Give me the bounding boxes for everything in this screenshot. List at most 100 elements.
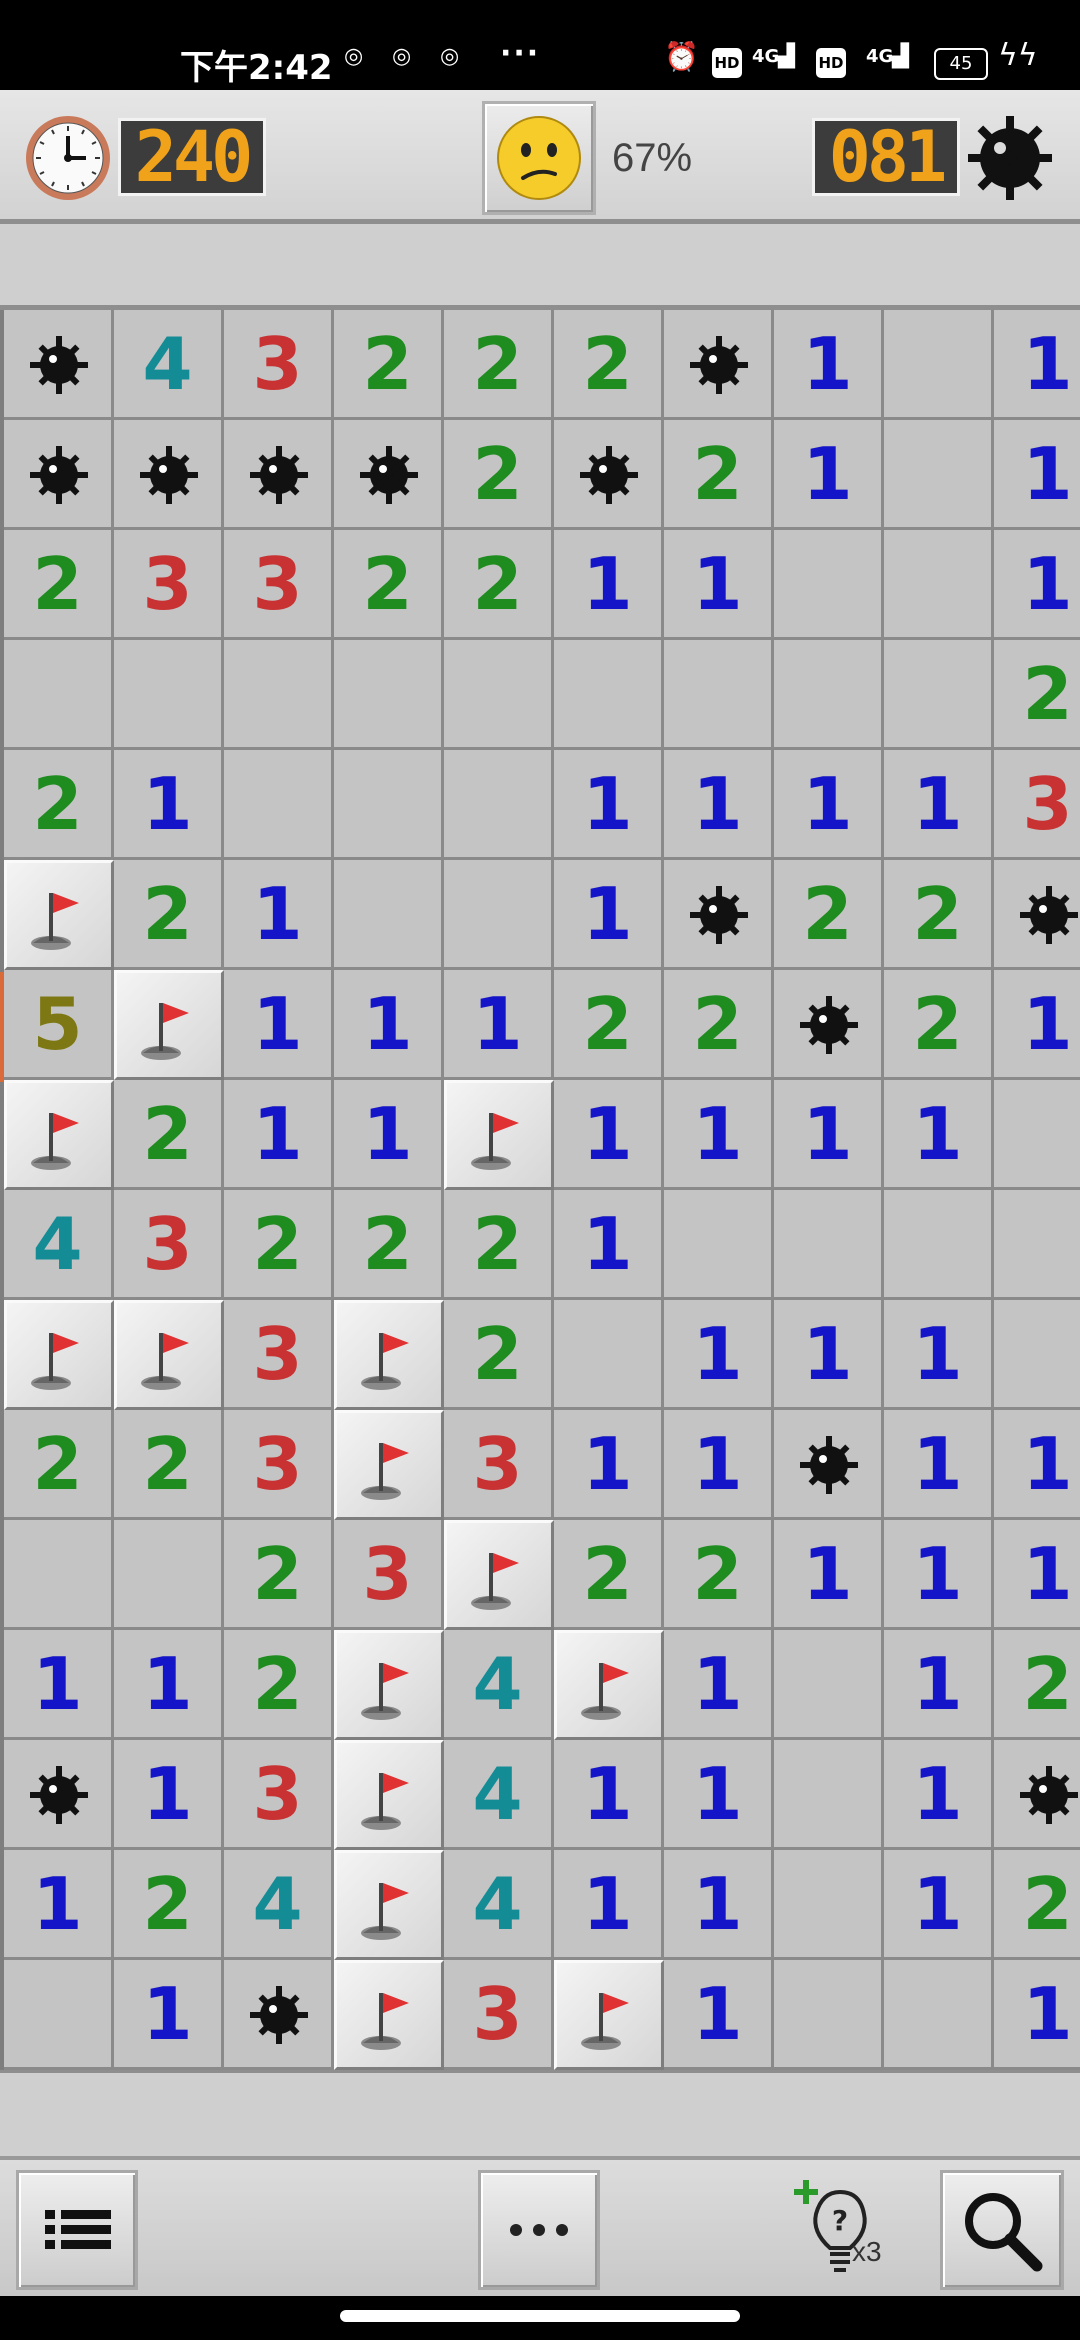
number-cell[interactable]: 1 bbox=[554, 750, 664, 860]
mine-cell[interactable] bbox=[4, 1740, 114, 1850]
number-cell[interactable]: 1 bbox=[224, 1080, 334, 1190]
number-cell[interactable]: 1 bbox=[4, 1630, 114, 1740]
number-cell[interactable]: 3 bbox=[224, 1740, 334, 1850]
number-cell[interactable]: 1 bbox=[554, 860, 664, 970]
number-cell[interactable]: 1 bbox=[994, 1960, 1080, 2070]
number-cell[interactable]: 2 bbox=[114, 860, 224, 970]
more-options-button[interactable] bbox=[478, 2170, 600, 2290]
number-cell[interactable]: 1 bbox=[554, 1850, 664, 1960]
number-cell[interactable]: 3 bbox=[334, 1520, 444, 1630]
number-cell[interactable]: 1 bbox=[664, 1850, 774, 1960]
empty-cell[interactable] bbox=[114, 1520, 224, 1630]
number-cell[interactable]: 2 bbox=[334, 530, 444, 640]
empty-cell[interactable] bbox=[4, 640, 114, 750]
number-cell[interactable]: 3 bbox=[224, 1410, 334, 1520]
number-cell[interactable]: 1 bbox=[114, 1960, 224, 2070]
number-cell[interactable]: 2 bbox=[334, 1190, 444, 1300]
flagged-cell[interactable] bbox=[334, 1740, 444, 1850]
number-cell[interactable]: 1 bbox=[994, 1520, 1080, 1630]
number-cell[interactable]: 1 bbox=[664, 1740, 774, 1850]
number-cell[interactable]: 4 bbox=[444, 1850, 554, 1960]
empty-cell[interactable] bbox=[334, 750, 444, 860]
empty-cell[interactable] bbox=[224, 640, 334, 750]
empty-cell[interactable] bbox=[774, 1190, 884, 1300]
empty-cell[interactable] bbox=[554, 1300, 664, 1410]
number-cell[interactable]: 1 bbox=[114, 1630, 224, 1740]
empty-cell[interactable] bbox=[884, 420, 994, 530]
empty-cell[interactable] bbox=[994, 1300, 1080, 1410]
empty-cell[interactable] bbox=[554, 640, 664, 750]
mine-cell[interactable] bbox=[4, 420, 114, 530]
empty-cell[interactable] bbox=[4, 1960, 114, 2070]
number-cell[interactable]: 1 bbox=[994, 420, 1080, 530]
empty-cell[interactable] bbox=[664, 1190, 774, 1300]
number-cell[interactable]: 2 bbox=[334, 310, 444, 420]
empty-cell[interactable] bbox=[664, 640, 774, 750]
minefield-board[interactable]: 4322211221123322111221111132112251112221… bbox=[4, 310, 1080, 2070]
mine-cell[interactable] bbox=[774, 970, 884, 1080]
number-cell[interactable]: 2 bbox=[554, 310, 664, 420]
number-cell[interactable]: 2 bbox=[224, 1630, 334, 1740]
empty-cell[interactable] bbox=[884, 1960, 994, 2070]
number-cell[interactable]: 2 bbox=[224, 1520, 334, 1630]
home-indicator[interactable] bbox=[340, 2310, 740, 2322]
number-cell[interactable]: 3 bbox=[114, 530, 224, 640]
empty-cell[interactable] bbox=[114, 640, 224, 750]
empty-cell[interactable] bbox=[224, 750, 334, 860]
number-cell[interactable]: 2 bbox=[444, 530, 554, 640]
number-cell[interactable]: 1 bbox=[224, 860, 334, 970]
mine-cell[interactable] bbox=[774, 1410, 884, 1520]
number-cell[interactable]: 2 bbox=[554, 1520, 664, 1630]
number-cell[interactable]: 2 bbox=[444, 310, 554, 420]
number-cell[interactable]: 1 bbox=[994, 970, 1080, 1080]
flagged-cell[interactable] bbox=[334, 1850, 444, 1960]
number-cell[interactable]: 4 bbox=[224, 1850, 334, 1960]
number-cell[interactable]: 1 bbox=[334, 1080, 444, 1190]
number-cell[interactable]: 3 bbox=[114, 1190, 224, 1300]
number-cell[interactable]: 2 bbox=[884, 860, 994, 970]
number-cell[interactable]: 3 bbox=[224, 1300, 334, 1410]
mine-cell[interactable] bbox=[4, 310, 114, 420]
number-cell[interactable]: 1 bbox=[224, 970, 334, 1080]
mine-cell[interactable] bbox=[664, 310, 774, 420]
number-cell[interactable]: 2 bbox=[994, 1630, 1080, 1740]
empty-cell[interactable] bbox=[994, 1080, 1080, 1190]
empty-cell[interactable] bbox=[774, 1850, 884, 1960]
empty-cell[interactable] bbox=[4, 1520, 114, 1630]
number-cell[interactable]: 2 bbox=[884, 970, 994, 1080]
number-cell[interactable]: 3 bbox=[444, 1410, 554, 1520]
number-cell[interactable]: 2 bbox=[4, 530, 114, 640]
number-cell[interactable]: 3 bbox=[444, 1960, 554, 2070]
number-cell[interactable]: 1 bbox=[994, 310, 1080, 420]
flagged-cell[interactable] bbox=[334, 1410, 444, 1520]
number-cell[interactable]: 1 bbox=[664, 530, 774, 640]
hint-button[interactable]: ? x3 bbox=[790, 2174, 900, 2286]
number-cell[interactable]: 1 bbox=[774, 750, 884, 860]
number-cell[interactable]: 2 bbox=[444, 420, 554, 530]
empty-cell[interactable] bbox=[884, 310, 994, 420]
number-cell[interactable]: 1 bbox=[554, 1080, 664, 1190]
empty-cell[interactable] bbox=[774, 1740, 884, 1850]
number-cell[interactable]: 1 bbox=[884, 1080, 994, 1190]
empty-cell[interactable] bbox=[884, 530, 994, 640]
flagged-cell[interactable] bbox=[114, 970, 224, 1080]
number-cell[interactable]: 1 bbox=[774, 1080, 884, 1190]
number-cell[interactable]: 2 bbox=[554, 970, 664, 1080]
number-cell[interactable]: 1 bbox=[884, 1300, 994, 1410]
number-cell[interactable]: 2 bbox=[664, 1520, 774, 1630]
number-cell[interactable]: 1 bbox=[994, 530, 1080, 640]
number-cell[interactable]: 4 bbox=[444, 1630, 554, 1740]
flagged-cell[interactable] bbox=[4, 1080, 114, 1190]
number-cell[interactable]: 2 bbox=[444, 1300, 554, 1410]
number-cell[interactable]: 1 bbox=[554, 1410, 664, 1520]
number-cell[interactable]: 1 bbox=[114, 750, 224, 860]
empty-cell[interactable] bbox=[774, 1960, 884, 2070]
empty-cell[interactable] bbox=[774, 1630, 884, 1740]
number-cell[interactable]: 1 bbox=[774, 310, 884, 420]
empty-cell[interactable] bbox=[884, 640, 994, 750]
flagged-cell[interactable] bbox=[334, 1630, 444, 1740]
number-cell[interactable]: 1 bbox=[664, 1960, 774, 2070]
mine-cell[interactable] bbox=[224, 420, 334, 530]
flagged-cell[interactable] bbox=[334, 1300, 444, 1410]
number-cell[interactable]: 1 bbox=[554, 1740, 664, 1850]
